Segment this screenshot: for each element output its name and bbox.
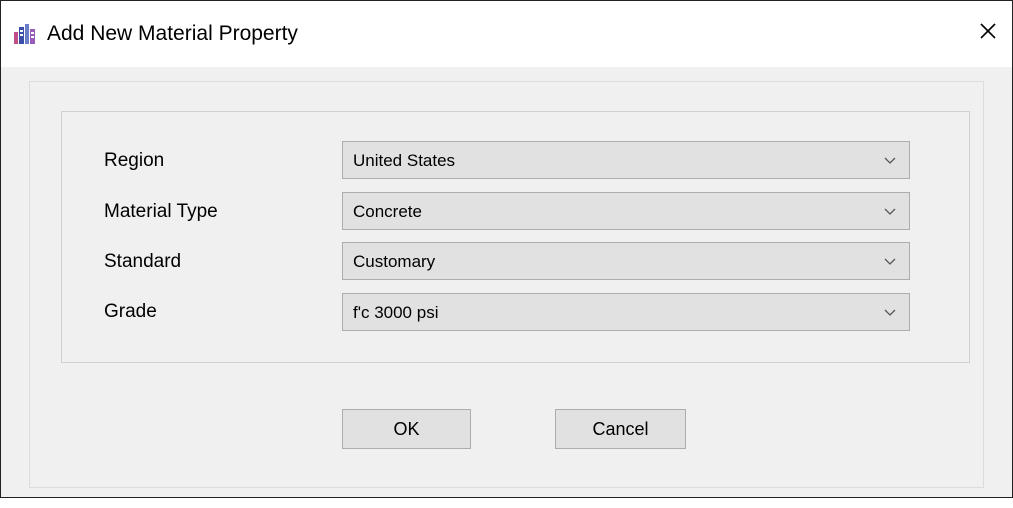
standard-selected-value: Customary — [353, 252, 436, 271]
window-title: Add New Material Property — [47, 22, 298, 45]
material-type-selected-value: Concrete — [353, 202, 422, 221]
material-type-dropdown[interactable]: Concrete — [342, 192, 910, 230]
chevron-down-icon — [883, 205, 897, 219]
title-bar[interactable]: Add New Material Property — [1, 1, 1012, 67]
region-dropdown[interactable]: United States — [342, 141, 910, 179]
standard-label: Standard — [104, 251, 182, 272]
region-label: Region — [104, 150, 165, 171]
region-selected-value: United States — [353, 151, 456, 170]
screen-background — [0, 498, 1013, 508]
add-new-material-property-dialog: Add New Material Property Region United … — [0, 0, 1013, 498]
ok-button[interactable]: OK — [342, 409, 471, 449]
close-icon — [978, 21, 998, 46]
chevron-down-icon — [883, 306, 897, 320]
grade-selected-value: f'c 3000 psi — [353, 303, 439, 322]
app-building-icon — [14, 24, 38, 44]
grade-label: Grade — [104, 301, 157, 322]
cancel-button[interactable]: Cancel — [555, 409, 686, 449]
grade-dropdown[interactable]: f'c 3000 psi — [342, 293, 910, 331]
close-button[interactable] — [968, 11, 1008, 55]
material-type-label: Material Type — [104, 201, 218, 222]
chevron-down-icon — [883, 255, 897, 269]
chevron-down-icon — [883, 154, 897, 168]
standard-dropdown[interactable]: Customary — [342, 242, 910, 280]
